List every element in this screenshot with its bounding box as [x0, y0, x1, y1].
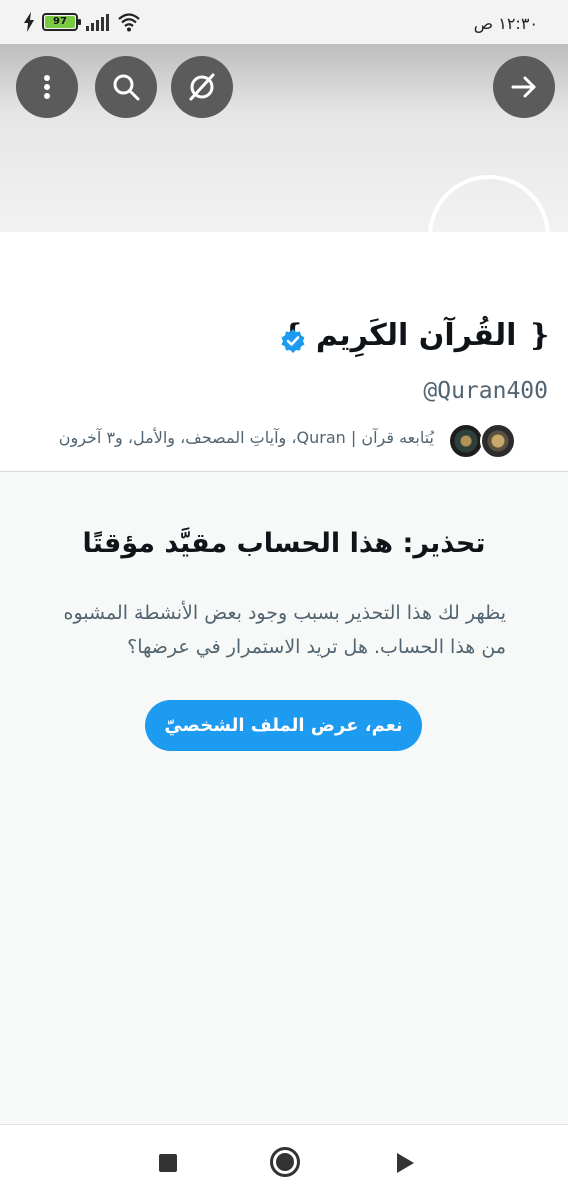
back-triangle-icon[interactable]	[397, 1153, 414, 1173]
compass-button[interactable]	[171, 56, 233, 118]
signal-icon	[86, 13, 109, 31]
view-profile-button[interactable]: نعم، عرض الملف الشخصيّ	[145, 700, 422, 751]
back-button[interactable]	[493, 56, 555, 118]
charging-icon	[24, 12, 34, 32]
followers-avatars[interactable]	[448, 423, 516, 459]
more-vertical-icon	[44, 75, 50, 99]
search-icon	[113, 74, 140, 101]
home-circle-icon[interactable]	[270, 1147, 300, 1177]
status-time: ١٢:٣٠ ص	[473, 14, 538, 33]
battery-icon: 97	[42, 13, 81, 31]
follower-avatar	[480, 423, 516, 459]
profile-handle: @Quran400	[423, 378, 548, 404]
more-options-button[interactable]	[16, 56, 78, 118]
status-icons: 97	[24, 12, 141, 32]
warning-message: يظهر لك هذا التحذير بسبب وجود بعض الأنشط…	[63, 602, 506, 658]
arrow-right-icon	[511, 76, 536, 98]
profile-avatar[interactable]	[428, 175, 550, 297]
warning-title: تحذير: هذا الحساب مقيَّد مؤقتًا	[82, 528, 486, 559]
wifi-icon	[118, 13, 140, 32]
compass-icon	[189, 73, 215, 101]
verified-badge-icon	[281, 329, 305, 353]
display-name: ❴ القُرآن الكَرِيم ❵	[280, 318, 552, 353]
search-button[interactable]	[95, 56, 157, 118]
status-bar: 97 ١٢:٣٠ ص	[0, 0, 568, 44]
navigation-bar	[0, 1124, 568, 1199]
follower-avatar	[448, 423, 484, 459]
recent-apps-square-icon[interactable]	[159, 1154, 177, 1172]
battery-level: 97	[45, 16, 75, 28]
followers-you-know[interactable]: يُتابعه قرآن | Quran، وآياتِ المصحف، وال…	[59, 428, 434, 447]
